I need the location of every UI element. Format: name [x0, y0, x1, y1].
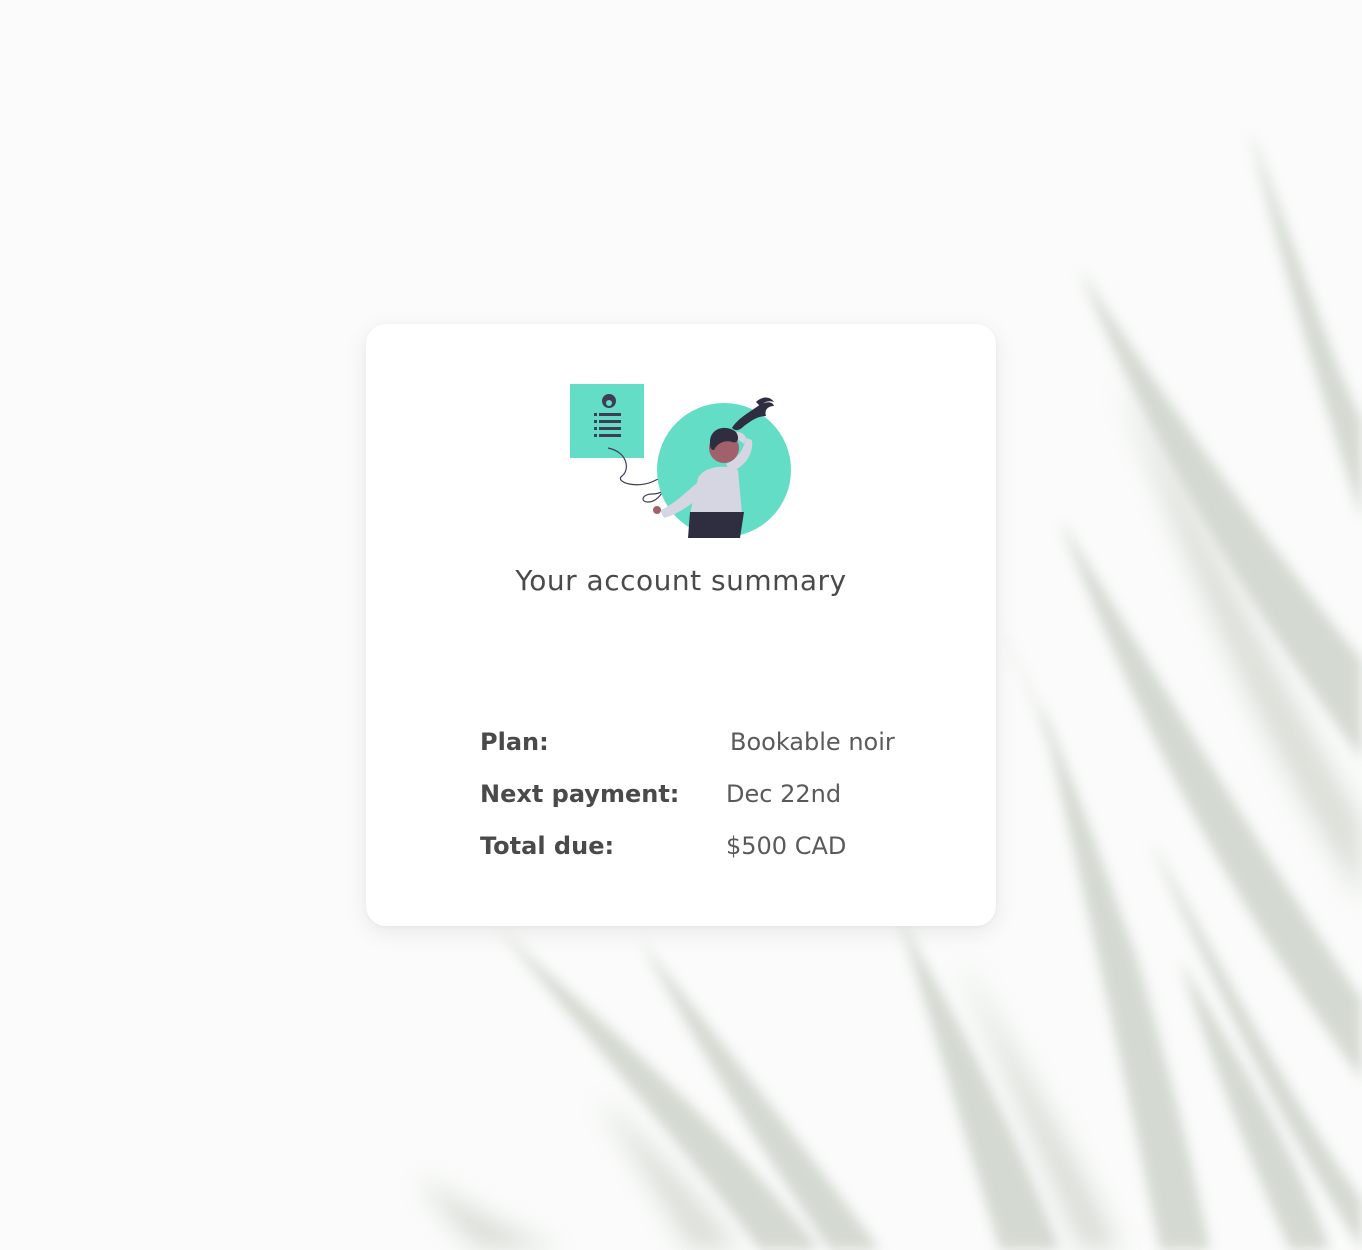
summary-row-plan: Plan: Bookable noir — [480, 728, 920, 780]
summary-row-total-due: Total due: $500 CAD — [480, 832, 920, 884]
next-payment-value: Dec 22nd — [726, 780, 842, 808]
page-title: Your account summary — [515, 564, 847, 597]
summary-list: Plan: Bookable noir Next payment: Dec 22… — [480, 728, 920, 884]
next-payment-label: Next payment: — [480, 780, 680, 808]
total-due-value: $500 CAD — [726, 832, 847, 860]
plan-label: Plan: — [480, 728, 549, 756]
total-due-label: Total due: — [480, 832, 615, 860]
plan-value: Bookable noir — [730, 728, 895, 756]
woman-holding-document-illustration — [570, 384, 791, 538]
summary-row-next-payment: Next payment: Dec 22nd — [480, 780, 920, 832]
account-summary-card: Your account summary Plan: Bookable noir… — [366, 324, 996, 926]
document-icon — [570, 384, 644, 458]
